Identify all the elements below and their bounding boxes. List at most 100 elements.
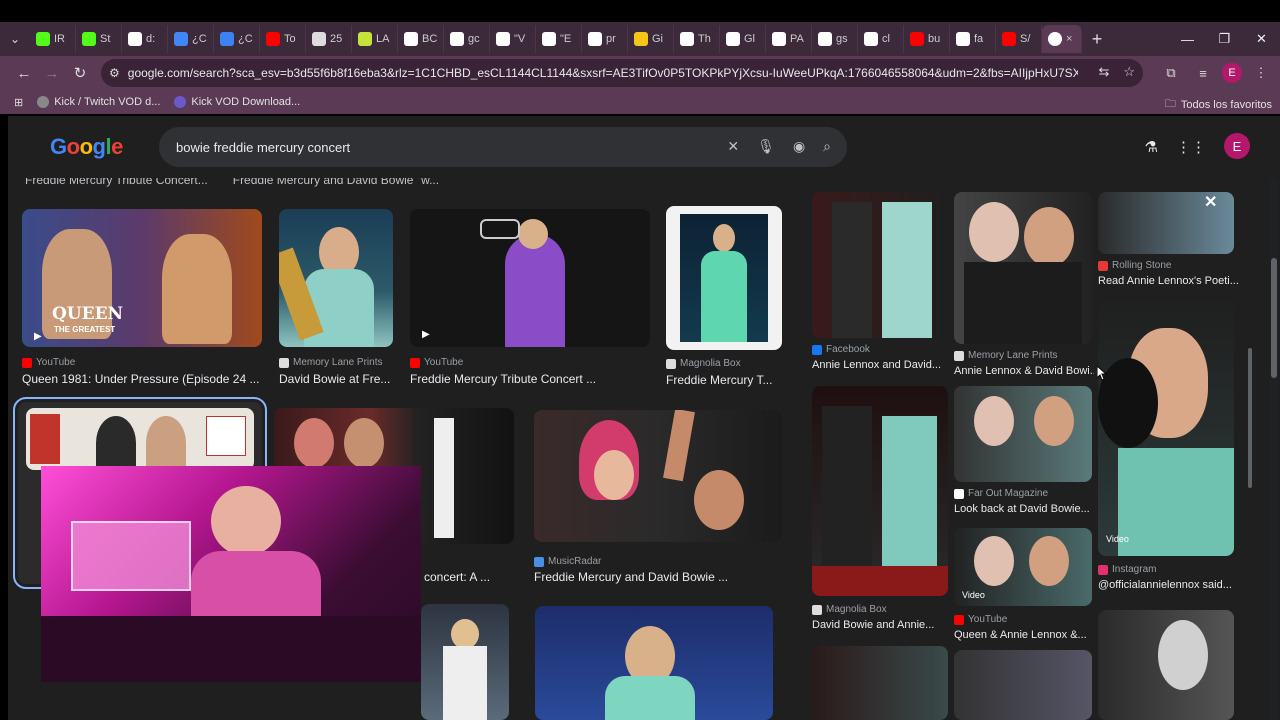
related-card[interactable]: Memory Lane Prints Annie Lennox & David … bbox=[954, 192, 1094, 384]
google-logo[interactable]: Google bbox=[50, 134, 123, 160]
related-image[interactable] bbox=[812, 192, 948, 338]
browser-tab[interactable]: To bbox=[260, 25, 306, 53]
page-scrollbar[interactable] bbox=[1270, 178, 1278, 720]
browser-tab[interactable]: IR bbox=[30, 25, 76, 53]
search-box[interactable]: bowie freddie mercury concert ✕ 🎙 ◉ ⌕ bbox=[159, 127, 847, 167]
related-card[interactable]: Far Out Magazine Look back at David Bowi… bbox=[954, 386, 1092, 526]
labs-flask-icon[interactable]: ⚗ bbox=[1145, 138, 1158, 156]
result-image[interactable] bbox=[26, 408, 254, 470]
lens-camera-icon[interactable]: ◉ bbox=[793, 138, 805, 155]
reload-icon[interactable]: ↻ bbox=[66, 59, 94, 87]
related-card[interactable]: Facebook Annie Lennox and David... bbox=[812, 192, 948, 380]
google-apps-icon[interactable]: ⋮⋮ bbox=[1176, 138, 1206, 156]
tab-label: "V bbox=[514, 33, 526, 45]
youtube-icon bbox=[954, 614, 964, 625]
back-icon[interactable]: ← bbox=[10, 59, 38, 87]
address-bar[interactable]: ⚙ google.com/search?sca_esv=b3d55f6b8f16… bbox=[101, 59, 1143, 87]
browser-tab[interactable]: ¿C bbox=[214, 25, 260, 53]
page-scrollbar-thumb[interactable] bbox=[1271, 258, 1277, 378]
all-bookmarks[interactable]: 🗀 Todos los favoritos bbox=[1165, 95, 1272, 114]
source-icon bbox=[279, 357, 289, 368]
tab-active[interactable]: × bbox=[1042, 25, 1082, 53]
related-card[interactable] bbox=[1098, 610, 1234, 720]
related-card[interactable]: Magnolia Box David Bowie and Annie... bbox=[812, 386, 948, 631]
browser-tab[interactable]: ¿C bbox=[168, 25, 214, 53]
browser-tab[interactable]: S/ bbox=[996, 25, 1042, 53]
browser-tab[interactable]: "V bbox=[490, 25, 536, 53]
result-card[interactable]: MusicRadar Freddie Mercury and David Bow… bbox=[534, 410, 782, 590]
related-card[interactable]: Video bbox=[1098, 298, 1234, 556]
new-tab-button[interactable]: + bbox=[1082, 29, 1112, 50]
bookmark-star-icon[interactable]: ☆ bbox=[1123, 64, 1135, 80]
result-image[interactable]: ▶ bbox=[410, 209, 650, 347]
related-image[interactable]: Video bbox=[1098, 298, 1234, 556]
far-out-icon bbox=[954, 488, 964, 499]
browser-tab[interactable]: gs bbox=[812, 25, 858, 53]
related-image[interactable]: Video bbox=[954, 528, 1092, 606]
result-image[interactable] bbox=[279, 209, 393, 347]
result-card[interactable]: Magnolia Box Freddie Mercury T... bbox=[666, 206, 782, 389]
extensions-icon[interactable]: ⧉ bbox=[1158, 59, 1184, 87]
result-image[interactable] bbox=[535, 606, 773, 720]
related-card[interactable]: Video YouTube Queen & Annie Lennox &... bbox=[954, 528, 1092, 648]
related-image[interactable] bbox=[954, 386, 1092, 482]
related-image[interactable] bbox=[954, 650, 1092, 720]
clear-icon[interactable]: ✕ bbox=[727, 138, 739, 155]
tab-close-icon[interactable]: × bbox=[1066, 33, 1072, 45]
browser-tab[interactable]: Th bbox=[674, 25, 720, 53]
forward-icon[interactable]: → bbox=[38, 59, 66, 87]
browser-tab[interactable]: bu bbox=[904, 25, 950, 53]
search-input[interactable]: bowie freddie mercury concert bbox=[176, 140, 350, 155]
result-card[interactable]: ▶ YouTube Freddie Mercury Tribute Concer… bbox=[410, 209, 650, 389]
apps-grid-icon[interactable]: ⊞ bbox=[14, 96, 23, 109]
minimize-icon[interactable]: — bbox=[1169, 22, 1206, 56]
browser-tab[interactable]: pr bbox=[582, 25, 628, 53]
browser-tab[interactable]: gc bbox=[444, 25, 490, 53]
related-card[interactable] bbox=[812, 646, 948, 720]
bookmark-item[interactable]: Kick VOD Download... bbox=[174, 96, 300, 108]
menu-icon[interactable]: ⋮ bbox=[1248, 59, 1274, 87]
tab-label: 25 bbox=[330, 33, 343, 45]
browser-tab[interactable]: LA bbox=[352, 25, 398, 53]
panel-scrollbar[interactable] bbox=[1248, 198, 1252, 698]
result-card[interactable]: Memory Lane Prints David Bowie at Fre... bbox=[279, 209, 393, 389]
microphone-icon[interactable]: 🎙 bbox=[757, 138, 775, 155]
related-image[interactable] bbox=[812, 646, 948, 720]
restore-icon[interactable]: ❐ bbox=[1206, 22, 1243, 56]
related-card[interactable] bbox=[954, 650, 1092, 720]
result-image[interactable] bbox=[666, 206, 782, 350]
browser-tab[interactable]: Gl bbox=[720, 25, 766, 53]
browser-tab[interactable]: PA bbox=[766, 25, 812, 53]
search-icon[interactable]: ⌕ bbox=[823, 138, 831, 155]
close-window-icon[interactable]: ✕ bbox=[1243, 22, 1280, 56]
result-image[interactable]: QUEEN THE GREATEST ▶ bbox=[22, 209, 262, 347]
result-card[interactable]: QUEEN THE GREATEST ▶ YouTube Queen 1981:… bbox=[22, 209, 262, 389]
tab-search-button[interactable]: ⌄ bbox=[0, 22, 30, 56]
browser-tab[interactable]: d: bbox=[122, 25, 168, 53]
translate-icon[interactable]: ⇆ bbox=[1098, 64, 1109, 80]
related-image[interactable] bbox=[954, 192, 1092, 344]
browser-tab[interactable]: St bbox=[76, 25, 122, 53]
site-info-icon[interactable]: ⚙ bbox=[109, 66, 120, 80]
related-image[interactable] bbox=[1098, 610, 1234, 720]
address-bar-url[interactable]: google.com/search?sca_esv=b3d55f6b8f16eb… bbox=[128, 66, 1078, 80]
browser-tab[interactable]: "E bbox=[536, 25, 582, 53]
browser-tab[interactable]: BC bbox=[398, 25, 444, 53]
browser-tab[interactable]: fa bbox=[950, 25, 996, 53]
browser-tab[interactable]: Gi bbox=[628, 25, 674, 53]
panel-scrollbar-thumb[interactable] bbox=[1248, 348, 1252, 488]
result-card[interactable] bbox=[535, 606, 773, 720]
account-avatar[interactable]: E bbox=[1224, 133, 1250, 159]
related-card-caption[interactable]: Instagram @officialannielennox said... bbox=[1098, 564, 1238, 604]
result-image[interactable] bbox=[534, 410, 782, 542]
bookmarks-bar: ⊞ Kick / Twitch VOD d... Kick VOD Downlo… bbox=[0, 90, 1280, 114]
result-image[interactable] bbox=[421, 604, 509, 720]
reading-list-icon[interactable]: ≡ bbox=[1190, 59, 1216, 87]
result-card[interactable] bbox=[421, 604, 509, 720]
browser-tab[interactable]: 25 bbox=[306, 25, 352, 53]
close-icon[interactable]: ✕ bbox=[1204, 192, 1217, 212]
browser-tab[interactable]: cl bbox=[858, 25, 904, 53]
bookmark-item[interactable]: Kick / Twitch VOD d... bbox=[37, 96, 160, 108]
profile-avatar[interactable]: E bbox=[1222, 63, 1242, 83]
related-image[interactable] bbox=[812, 386, 948, 596]
